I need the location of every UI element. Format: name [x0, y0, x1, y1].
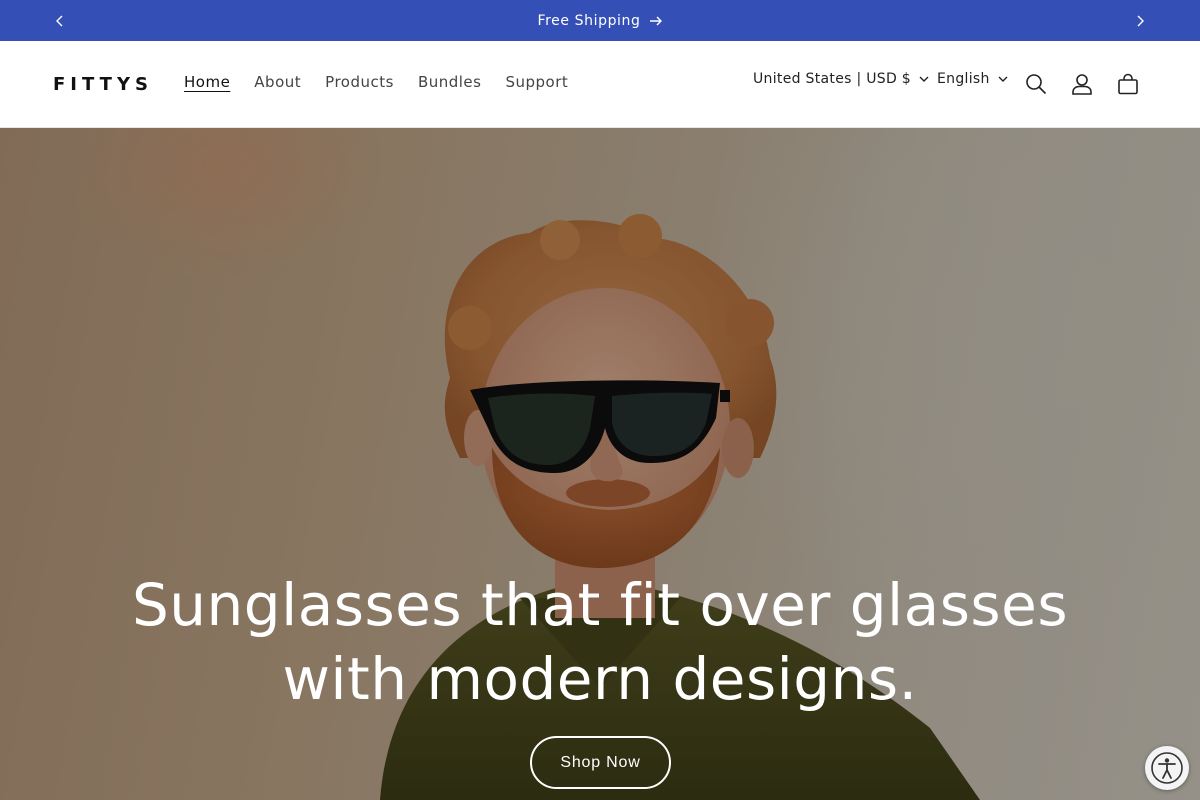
site-header: FITTYS Home About Products Bundles Suppo…	[0, 41, 1200, 128]
account-icon	[1072, 74, 1092, 95]
main-nav: Home About Products Bundles Support	[172, 71, 580, 93]
accessibility-icon	[1151, 752, 1183, 784]
hero-banner: Sunglasses that fit over glasses with mo…	[0, 128, 1200, 800]
language-selector[interactable]: English	[937, 71, 1008, 87]
nav-item-products[interactable]: Products	[313, 71, 406, 93]
chevron-right-icon	[1137, 15, 1144, 26]
announcement-link[interactable]: Free Shipping	[537, 13, 662, 29]
nav-item-home[interactable]: Home	[172, 71, 242, 93]
search-icon	[1026, 74, 1047, 95]
site-logo[interactable]: FITTYS	[53, 73, 153, 95]
nav-item-about[interactable]: About	[242, 71, 313, 93]
country-selector[interactable]: United States | USD $	[753, 71, 929, 87]
chevron-down-icon	[919, 76, 929, 82]
chevron-down-icon	[998, 76, 1008, 82]
language-label: English	[937, 71, 990, 87]
hero-heading: Sunglasses that fit over glasses with mo…	[131, 571, 1069, 713]
accessibility-button[interactable]	[1145, 746, 1189, 790]
nav-item-support[interactable]: Support	[493, 71, 580, 93]
country-label: United States | USD $	[753, 71, 911, 87]
announcement-message: Free Shipping	[0, 0, 1200, 41]
account-button[interactable]	[1065, 67, 1099, 101]
nav-item-bundles[interactable]: Bundles	[406, 71, 494, 93]
shop-now-button[interactable]: Shop Now	[530, 736, 671, 789]
announcement-next-button[interactable]	[1120, 0, 1160, 41]
search-button[interactable]	[1019, 67, 1053, 101]
logo-text: FITTYS	[53, 73, 153, 95]
cart-button[interactable]	[1111, 67, 1145, 101]
cart-icon	[1118, 73, 1138, 95]
announcement-text: Free Shipping	[537, 12, 641, 29]
arrow-right-icon	[649, 16, 662, 25]
announcement-bar: Free Shipping	[0, 0, 1200, 41]
